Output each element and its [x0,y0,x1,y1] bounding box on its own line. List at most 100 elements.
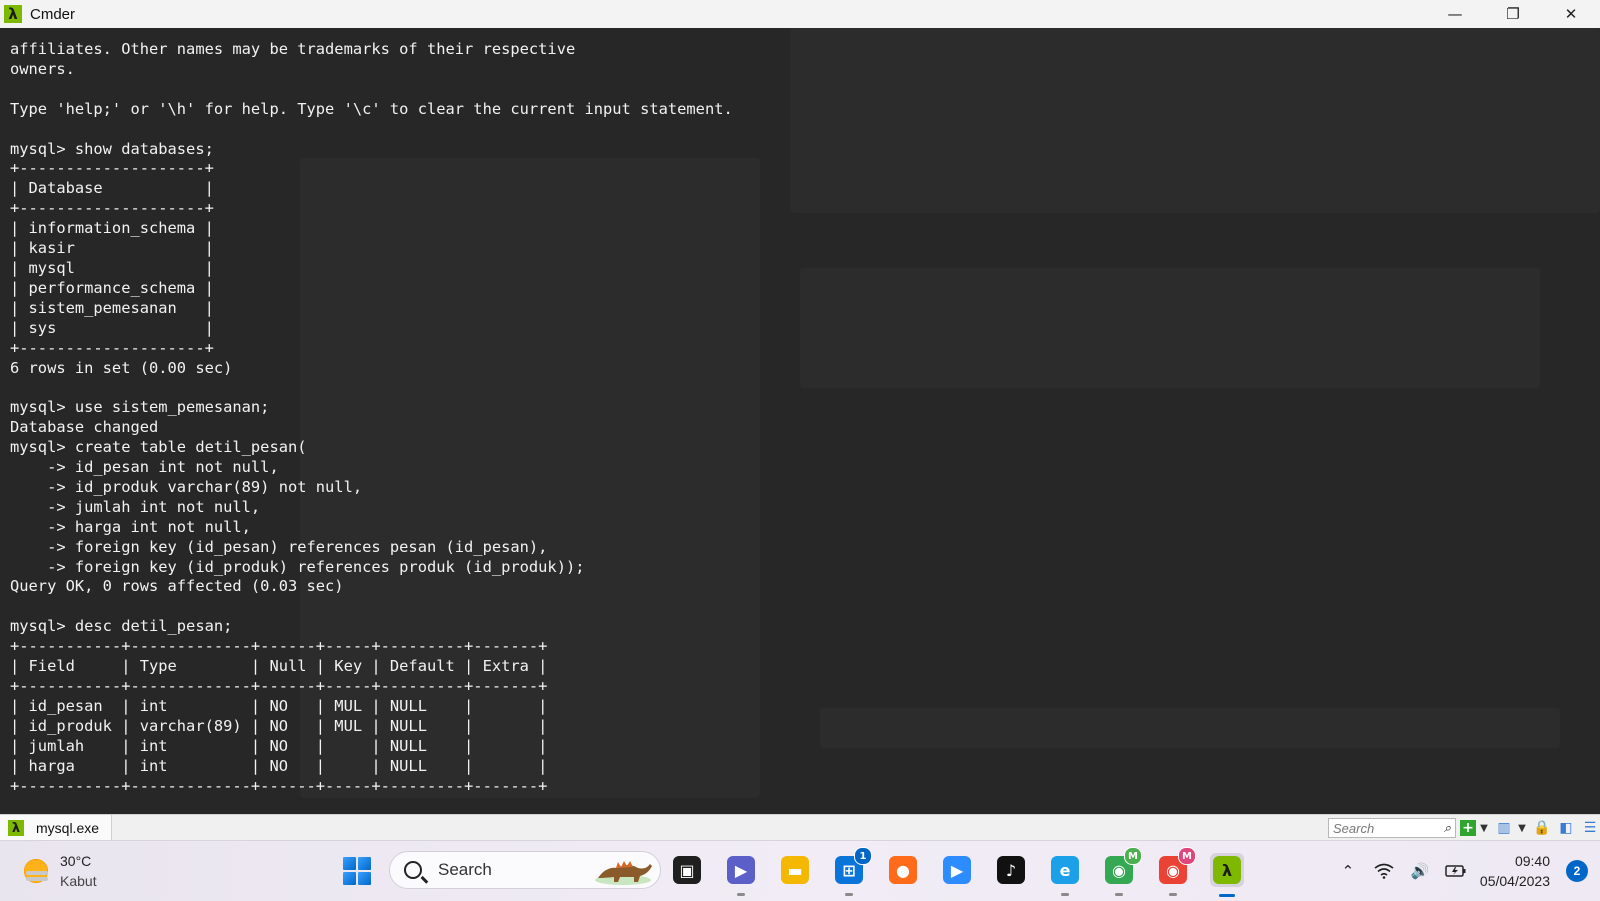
taskbar-app-microsoft-store[interactable]: ⊞ 1 [832,847,872,896]
terminal-line: -> id_produk varchar(89) not null, [10,477,363,496]
app-badge: M [1124,847,1142,865]
terminal-line: | id_produk | varchar(89) | NO | MUL | N… [10,716,548,735]
terminal-line: -> foreign key (id_pesan) references pes… [10,537,548,556]
minimize-button[interactable]: — [1426,0,1484,28]
terminal-line: +-----------+-------------+------+-----+… [10,637,548,656]
chevron-up-icon[interactable]: ⌃ [1336,859,1360,883]
terminal-line: | jumlah | int | NO | | NULL | | [10,736,548,755]
terminal-line: 6 rows in set (0.00 sec) [10,358,233,377]
taskbar-app-cmder[interactable]: λ [1210,853,1244,897]
weather-fog-icon [22,857,50,885]
terminal-line: owners. [10,59,75,78]
zoom-icon: ▶ [943,856,971,884]
panel-layout-icon[interactable]: ◧ [1556,818,1576,838]
tiktok-icon: ♪ [997,856,1025,884]
split-view-icon[interactable]: ▥ [1494,818,1514,838]
weather-temperature: 30°C [60,853,92,869]
terminal-line: mysql> show databases; [10,139,214,158]
running-indicator [737,893,745,896]
taskbar-app-edge[interactable]: e [1048,853,1082,896]
search-placeholder: Search [1333,820,1375,836]
teams-icon: ▶ [727,856,755,884]
windows-start-icon[interactable] [343,857,371,885]
task-view-icon: ▣ [673,856,701,884]
terminal-line: | kasir | [10,239,214,258]
taskbar-app-chrome-profile-m-pink[interactable]: ◉ M [1156,847,1196,896]
tabbar-tools: Search ⌕ + ▼ ▥ ▼ 🔒 ◧ ☰ [1328,815,1600,841]
battery-icon[interactable] [1444,859,1468,883]
close-button[interactable]: ✕ [1542,0,1600,28]
terminal-line: -> foreign key (id_produk) references pr… [10,557,585,576]
clock-time: 09:40 [1514,853,1550,869]
chevron-down-icon[interactable]: ▼ [1516,818,1528,838]
terminal-line: mysql> use sistem_pemesanan; [10,398,270,417]
cmder-tabbar: λ mysql.exe Search ⌕ + ▼ ▥ ▼ 🔒 ◧ ☰ [0,814,1600,841]
terminal-line: -> jumlah int not null, [10,497,261,516]
console-search-input[interactable]: Search ⌕ [1328,818,1456,838]
terminal-line: mysql> desc detil_pesan; [10,617,233,636]
window-controls: — ❐ ✕ [1426,0,1600,28]
terminal-line: | mysql | [10,258,214,277]
search-icon [404,861,422,879]
taskbar-clock[interactable]: 09:40 05/04/2023 [1480,851,1550,891]
file-explorer-icon: ▬ [781,856,809,884]
terminal-console[interactable]: affiliates. Other names may be trademark… [0,28,1600,814]
search-highlight-dinosaur-icon [595,861,652,885]
terminal-line: mysql> create table detil_pesan( [10,438,307,457]
taskbar-app-task-view[interactable]: ▣ [670,853,704,887]
firefox-icon: ● [889,856,917,884]
terminal-line: +--------------------+ [10,199,214,218]
terminal-line: +--------------------+ [10,159,214,178]
taskbar-search-label: Search [438,860,492,879]
clock-date: 05/04/2023 [1479,873,1550,889]
menu-icon[interactable]: ☰ [1580,818,1600,838]
search-icon: ⌕ [1443,820,1451,836]
terminal-line: | sistem_pemesanan | [10,298,214,317]
new-console-icon[interactable]: + [1460,820,1476,836]
app-badge: 1 [854,847,872,865]
terminal-line: -> harga int not null, [10,517,251,536]
taskbar-app-chrome-profile-m-green[interactable]: ◉ M [1102,847,1142,896]
app-badge: M [1178,847,1196,865]
wifi-icon[interactable] [1372,859,1396,883]
lock-icon[interactable]: 🔒 [1532,818,1552,838]
terminal-line: | harga | int | NO | | NULL | | [10,756,548,775]
taskbar-app-file-explorer[interactable]: ▬ [778,853,812,887]
taskbar-app-teams[interactable]: ▶ [724,853,758,896]
window-titlebar[interactable]: λ Cmder — ❐ ✕ [0,0,1600,28]
terminal-line: | Field | Type | Null | Key | Default | … [10,657,548,676]
notification-count-badge[interactable]: 2 [1566,860,1588,882]
terminal-line: affiliates. Other names may be trademark… [10,40,576,58]
taskbar-search-box[interactable]: Search [389,851,661,889]
running-indicator [1061,893,1069,896]
weather-widget[interactable]: 30°C Kabut [22,851,97,891]
terminal-line: Database changed [10,418,159,437]
terminal-line: | performance_schema | [10,278,214,297]
active-indicator [1219,894,1235,897]
restore-button[interactable]: ❐ [1484,0,1542,28]
taskbar-app-firefox[interactable]: ● [886,853,920,887]
terminal-line: -> id_pesan int not null, [10,458,279,477]
edge-icon: e [1051,856,1079,884]
running-indicator [845,893,853,896]
chevron-down-icon[interactable]: ▼ [1478,818,1490,838]
tab-mysql-exe[interactable]: λ mysql.exe [0,815,113,841]
terminal-line: | information_schema | [10,219,214,238]
system-tray: ⌃ 🔊 09:40 05/04/2023 2 [1336,841,1600,901]
terminal-output: affiliates. Other names may be trademark… [10,40,733,796]
terminal-line: | id_pesan | int | NO | MUL | NULL | | [10,696,548,715]
running-indicator [1169,893,1177,896]
terminal-line: +--------------------+ [10,338,214,357]
taskbar-app-tiktok[interactable]: ♪ [994,853,1028,887]
terminal-line: | sys | [10,318,214,337]
terminal-line: +-----------+-------------+------+-----+… [10,677,548,695]
windows-taskbar: 30°C Kabut Search ▣ ▶ ▬ ⊞ 1 ● ▶ ♪ e ◉ M ◉ M λ ⌃ 🔊 09:… [0,840,1600,901]
cmder-icon: λ [1213,856,1241,884]
cmder-lambda-icon: λ [4,5,22,23]
volume-icon[interactable]: 🔊 [1408,859,1432,883]
running-indicator [1115,893,1123,896]
terminal-line: +-----------+-------------+------+-----+… [10,776,548,795]
taskbar-app-zoom[interactable]: ▶ [940,853,974,887]
